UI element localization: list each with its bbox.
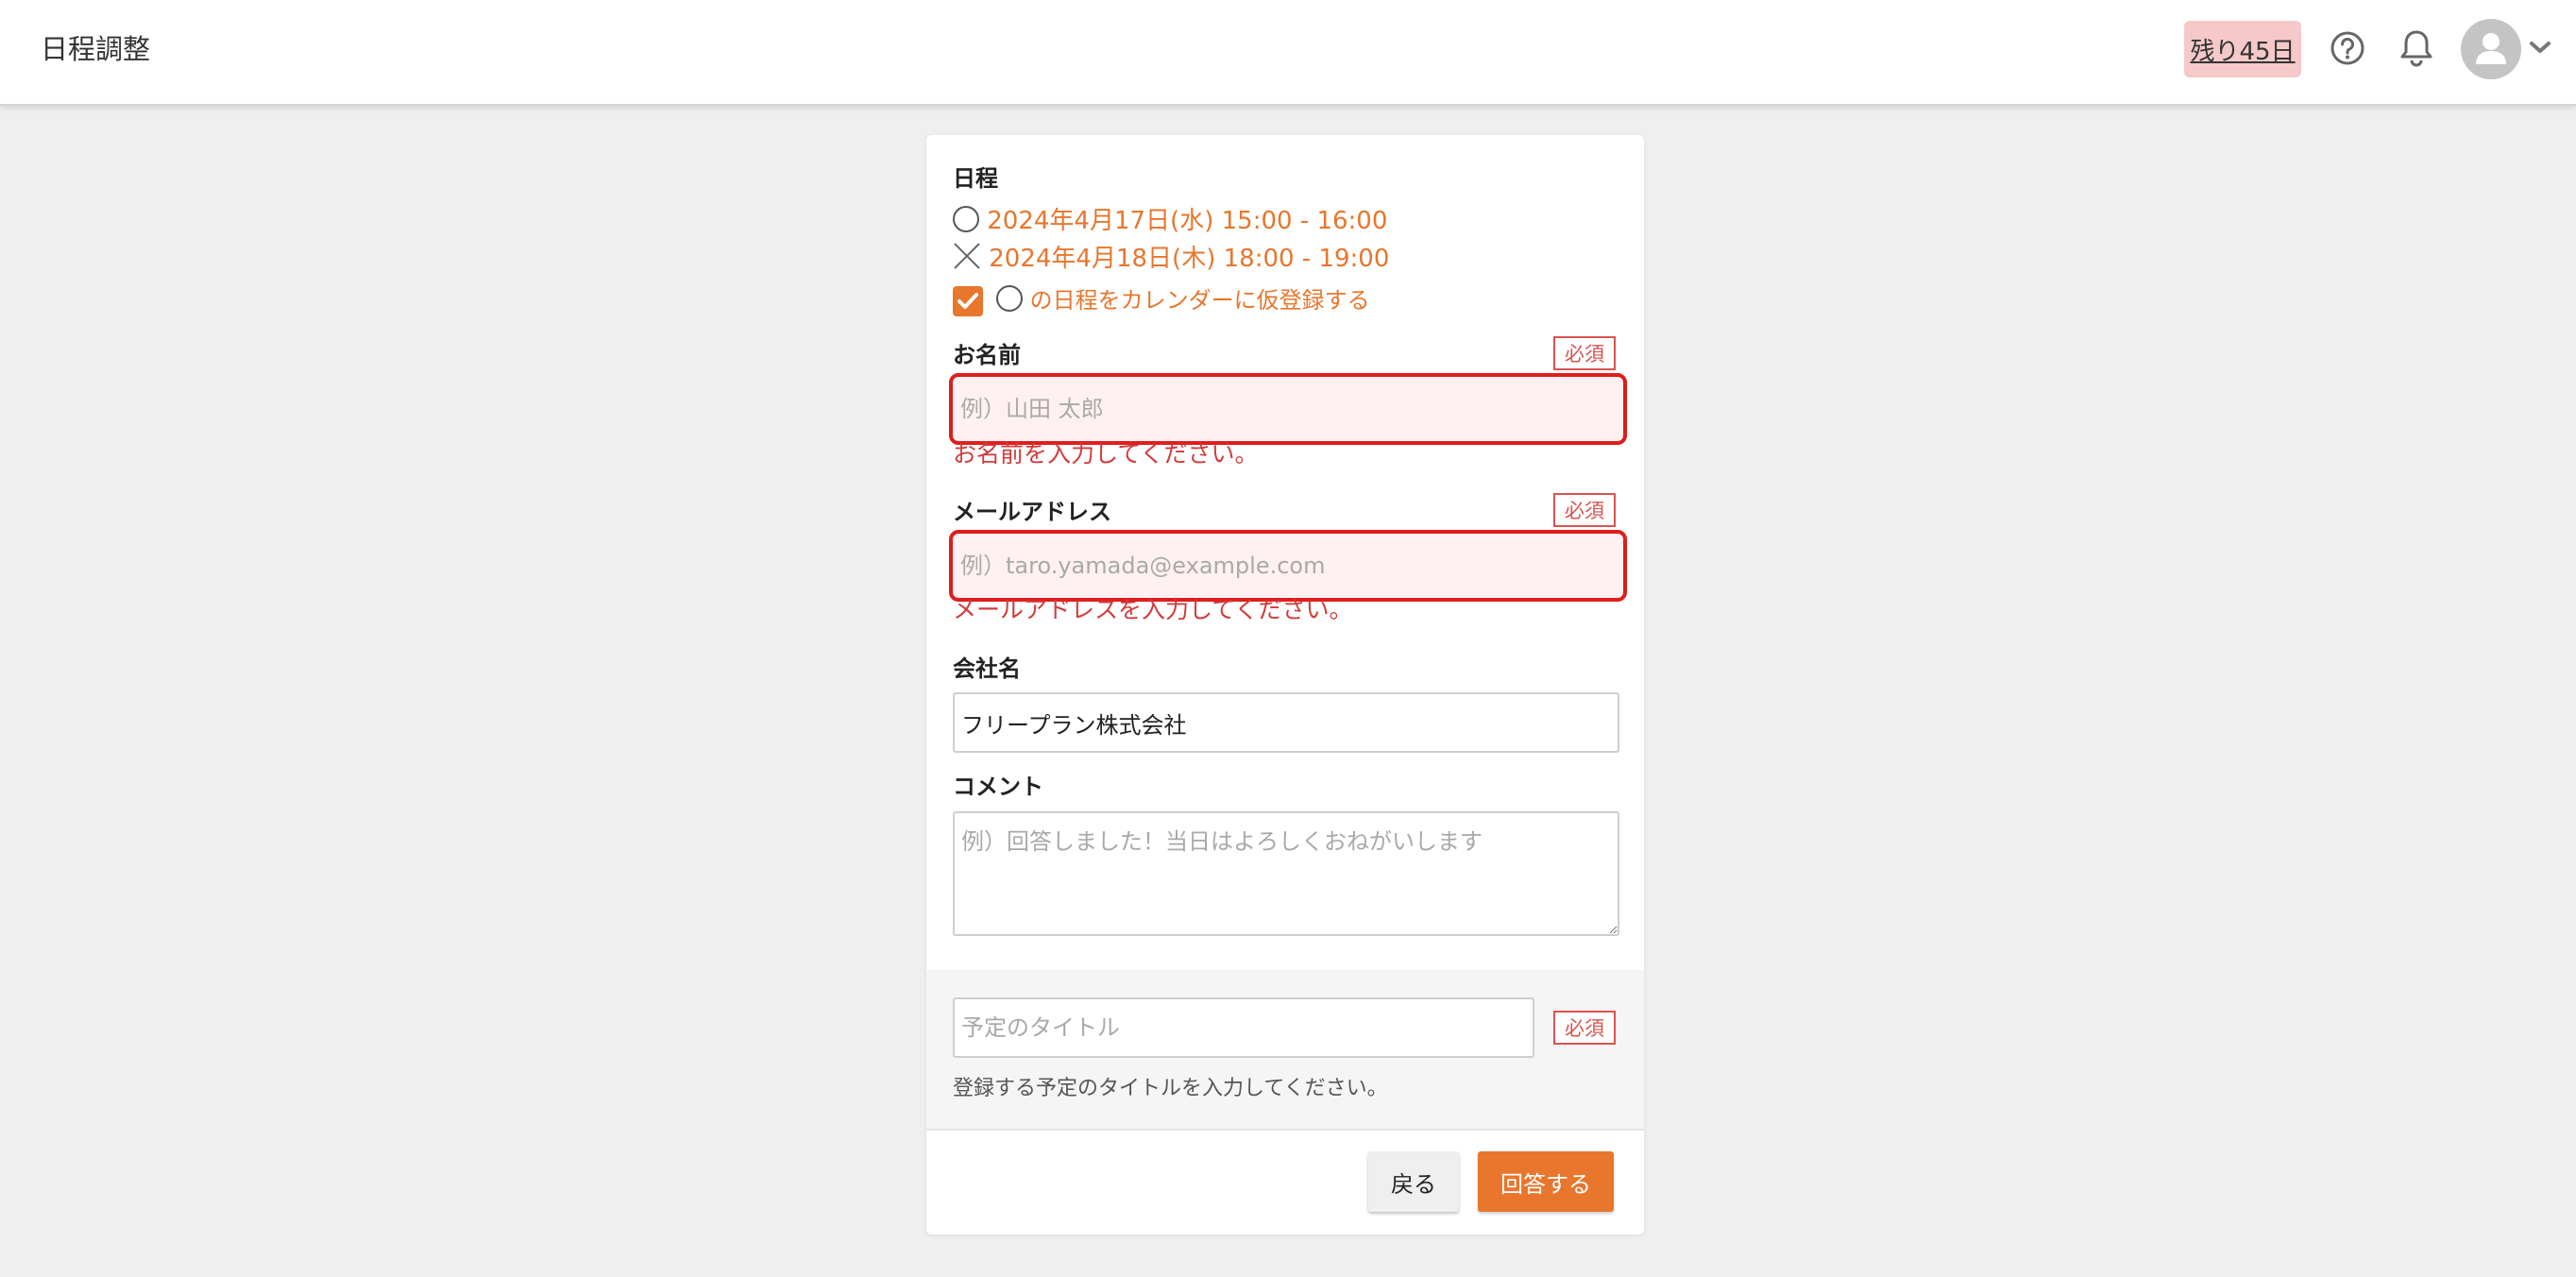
company-input[interactable] bbox=[953, 692, 1619, 753]
email-label: メールアドレス bbox=[953, 499, 1111, 525]
event-title-required-badge: 必須 bbox=[1553, 1011, 1616, 1045]
user-avatar-icon[interactable] bbox=[2461, 19, 2521, 79]
email-required-badge: 必須 bbox=[1553, 493, 1616, 527]
name-required-badge: 必須 bbox=[1553, 336, 1616, 370]
help-icon[interactable] bbox=[2330, 30, 2365, 66]
email-input[interactable] bbox=[949, 530, 1627, 602]
circle-symbol-icon bbox=[996, 285, 1023, 312]
name-label: お名前 bbox=[953, 342, 1021, 368]
trial-remaining-badge[interactable]: 残り45日 bbox=[2184, 21, 2301, 77]
schedule-slot-text: 2024年4月17日(水) 15:00 - 16:00 bbox=[987, 207, 1388, 235]
schedule-slot-text: 2024年4月18日(木) 18:00 - 19:00 bbox=[989, 245, 1390, 273]
calendar-register-label: の日程をカレンダーに仮登録する bbox=[1029, 287, 1370, 314]
schedule-slot-unavailable: 2024年4月18日(木) 18:00 - 19:00 bbox=[953, 242, 1389, 276]
calendar-register-option[interactable]: の日程をカレンダーに仮登録する bbox=[996, 283, 1370, 317]
chevron-down-icon[interactable] bbox=[2528, 38, 2552, 57]
submit-answer-button[interactable]: 回答する bbox=[1478, 1151, 1614, 1212]
response-form-card: 日程 2024年4月17日(水) 15:00 - 16:00 2024年4月18… bbox=[926, 135, 1644, 1234]
email-error-message: メールアドレスを入力してください。 bbox=[953, 596, 1353, 623]
event-title-hint: 登録する予定のタイトルを入力してください。 bbox=[953, 1077, 1388, 1100]
circle-symbol-icon bbox=[953, 206, 979, 232]
name-input[interactable] bbox=[949, 373, 1627, 445]
event-title-input[interactable] bbox=[953, 997, 1534, 1058]
bell-icon[interactable] bbox=[2398, 28, 2434, 68]
comment-textarea[interactable] bbox=[953, 811, 1619, 936]
schedule-label: 日程 bbox=[953, 165, 998, 192]
app-header: 日程調整 残り45日 bbox=[0, 0, 2576, 106]
app-title: 日程調整 bbox=[41, 33, 151, 65]
cross-symbol-icon bbox=[953, 242, 981, 270]
event-title-section: 必須 登録する予定のタイトルを入力してください。 bbox=[926, 970, 1644, 1131]
name-error-message: お名前を入力してください。 bbox=[953, 440, 1259, 468]
company-label: 会社名 bbox=[953, 656, 1021, 682]
comment-label: コメント bbox=[953, 774, 1043, 800]
schedule-slot-available: 2024年4月17日(水) 15:00 - 16:00 bbox=[953, 204, 1387, 238]
back-button[interactable]: 戻る bbox=[1368, 1151, 1459, 1212]
calendar-register-checkbox[interactable] bbox=[953, 286, 983, 316]
